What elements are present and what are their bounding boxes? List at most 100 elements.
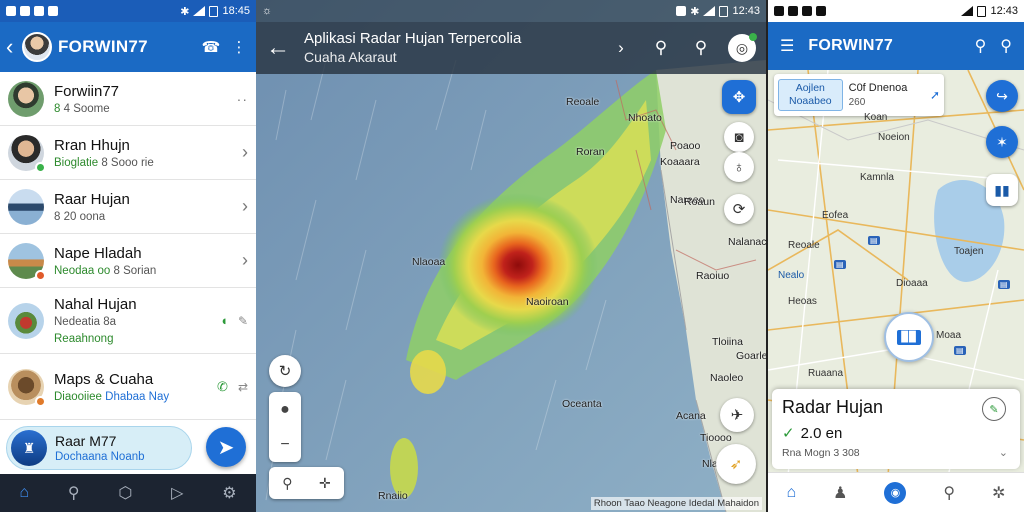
my-location-button[interactable]: ▉▉ xyxy=(884,312,934,362)
swap-icon[interactable]: ⇄ xyxy=(238,380,248,394)
notification-icon xyxy=(774,6,784,16)
contact-name: Raar Hujan xyxy=(54,190,130,208)
contact-name: Nahal Hujan xyxy=(54,296,137,313)
zoom-in-icon[interactable]: ● xyxy=(280,401,290,419)
marker-button[interactable]: ✶ xyxy=(986,126,1018,158)
location-status-icon[interactable]: ◎ xyxy=(728,33,757,62)
home-icon[interactable]: ⌂ xyxy=(19,484,29,502)
avatar[interactable] xyxy=(22,32,52,62)
send-button[interactable]: ➤ xyxy=(206,427,246,467)
search-icon[interactable]: ⚲ xyxy=(975,36,987,56)
bottom-sheet[interactable]: Radar Hujan ✓ 2.0 en Rna Mogn 3 308 ✎ ⌄ xyxy=(772,389,1020,469)
card-value: 260 xyxy=(848,97,866,108)
contact-name: Rran Hhujn xyxy=(54,136,130,154)
road-shield: ▤ xyxy=(868,236,880,245)
more-horiz-icon[interactable]: ·· xyxy=(237,91,248,107)
settings-icon[interactable]: ⚙ xyxy=(222,483,236,503)
home-icon[interactable]: ⌂ xyxy=(786,484,796,502)
battery-icon xyxy=(209,5,219,17)
directions-button[interactable]: ↪ xyxy=(986,80,1018,112)
back-arrow-icon[interactable]: ← xyxy=(266,34,290,62)
list-item[interactable]: Nape Hladah Neodaa oo 8 Sorian › xyxy=(0,234,256,288)
edit-icon[interactable]: ✎ xyxy=(238,314,248,328)
notification-icon xyxy=(20,6,30,16)
zoom-out-icon[interactable]: − xyxy=(280,436,289,454)
map-label: Eofea xyxy=(822,210,849,221)
list-item[interactable]: Nahal Hujan Nedeatia 8a Reaahnong ◖ ✎ xyxy=(0,288,256,354)
settings-icon[interactable]: ✲ xyxy=(992,483,1005,503)
status-dot xyxy=(35,269,46,281)
chevron-right-icon: › xyxy=(242,196,248,216)
badge-line: Noaabeo xyxy=(789,95,832,107)
map-label: Rnaiio xyxy=(378,490,408,502)
map-label: Tioooo xyxy=(700,432,732,444)
back-icon[interactable]: ‹ xyxy=(6,34,16,60)
chevron-right-icon: › xyxy=(242,142,248,162)
radar-tab-icon[interactable]: ◉ xyxy=(884,481,907,504)
contact-subtitle-green: Bioglatie xyxy=(54,156,99,169)
map-tools: ⚲ ✛ xyxy=(269,467,344,499)
contact-status: Reaahnong xyxy=(54,333,114,345)
sheet-value: 2.0 en xyxy=(800,424,843,442)
layers-button[interactable]: ✥ xyxy=(722,80,756,114)
search-icon[interactable]: ⚲ xyxy=(648,38,674,58)
list-item[interactable]: Raar Hujan 8 20 oona › xyxy=(0,180,256,234)
map-label: Nhoato xyxy=(628,112,662,124)
contact-card-icon[interactable]: ☎ xyxy=(200,38,222,56)
contact-thumbnail xyxy=(8,242,46,281)
list-item[interactable]: Rran Hhujn Bioglatie 8 Sooo rie › xyxy=(0,126,256,180)
phone-icon[interactable]: ✆ xyxy=(217,379,228,395)
edit-icon[interactable]: ✎ xyxy=(982,397,1006,421)
radar-title: Aplikasi Radar Hujan Terpercolia xyxy=(304,30,522,47)
search-icon[interactable]: ⚲ xyxy=(282,475,292,492)
notification-icon xyxy=(48,6,58,16)
navigate-icon[interactable]: ➚ xyxy=(930,88,940,102)
map-label: Reoale xyxy=(566,96,600,108)
search-icon[interactable]: ⚲ xyxy=(688,38,714,58)
status-bar: ✱ 18:45 xyxy=(0,0,256,22)
traffic-button[interactable]: ▮▮ xyxy=(986,174,1018,206)
location-card[interactable]: Aojlen Noaabeo C0f Dnenoa 260 ➚ xyxy=(774,74,944,116)
road-shield: ▤ xyxy=(998,280,1010,289)
phone-icon[interactable]: ◖ xyxy=(220,313,228,328)
search-icon[interactable]: ⚲ xyxy=(68,483,80,503)
signal-icon xyxy=(961,6,974,16)
contact-name: Forwiin77 xyxy=(54,82,120,100)
bluetooth-icon: ✱ xyxy=(180,5,190,18)
radar-map[interactable] xyxy=(256,0,766,512)
app-bar: ☰ FORWIN77 ⚲ ⚲ xyxy=(768,22,1024,70)
contact-subtitle-green: Neodaa oo xyxy=(54,264,111,277)
shield-icon[interactable]: ⬡ xyxy=(118,483,132,503)
search-icon[interactable]: ⚲ xyxy=(943,483,955,503)
map-label: Naoiroan xyxy=(526,296,569,308)
location-button[interactable]: ♁ xyxy=(724,152,754,182)
menu-icon[interactable]: ☰ xyxy=(780,36,794,56)
person-icon[interactable]: ♟ xyxy=(833,483,847,503)
map-label: Kamnla xyxy=(860,172,894,183)
chevron-down-icon[interactable]: ⌄ xyxy=(999,446,1008,459)
refresh-button[interactable]: ⟳ xyxy=(724,194,754,224)
play-icon[interactable]: ▷ xyxy=(171,483,183,503)
mini-player[interactable]: ♜ Raar M77 Dochaana Noanb xyxy=(6,426,192,470)
list-item[interactable]: Forwiin77 8 4 Soome ·· xyxy=(0,72,256,126)
map-label: Nealo xyxy=(778,270,805,281)
crosshair-icon[interactable]: ✛ xyxy=(319,475,331,492)
list-item[interactable]: Maps & Cuaha Diaooiiee Dhabaa Nay ✆ ⇄ xyxy=(0,354,256,420)
map-panel: 12:43 ☰ FORWIN77 ⚲ ⚲ Aojlen Noaabeo C0f D… xyxy=(768,0,1024,512)
camera-button[interactable]: ◙ xyxy=(724,122,754,152)
status-time: 12:43 xyxy=(990,5,1018,17)
map-label: Roran xyxy=(576,146,605,158)
search-icon[interactable]: ⚲ xyxy=(1000,36,1012,56)
map-label: Acana xyxy=(676,410,706,422)
road-shield: ▤ xyxy=(954,346,966,355)
contact-subtitle: 8 20 oona xyxy=(54,210,106,223)
send-location-button[interactable]: ➶ xyxy=(716,444,756,484)
chevron-right-icon[interactable]: › xyxy=(608,38,634,58)
recenter-button[interactable]: ↻ xyxy=(269,355,301,387)
map-label: Noeion xyxy=(878,132,910,143)
radar-header: ← Aplikasi Radar Hujan Terpercolia Cuaha… xyxy=(256,22,766,74)
share-button[interactable]: ✈ xyxy=(720,398,754,432)
notification-icon xyxy=(816,6,826,16)
more-vert-icon[interactable]: ⋮ xyxy=(228,38,250,56)
status-bar: 12:43 xyxy=(768,0,1024,22)
